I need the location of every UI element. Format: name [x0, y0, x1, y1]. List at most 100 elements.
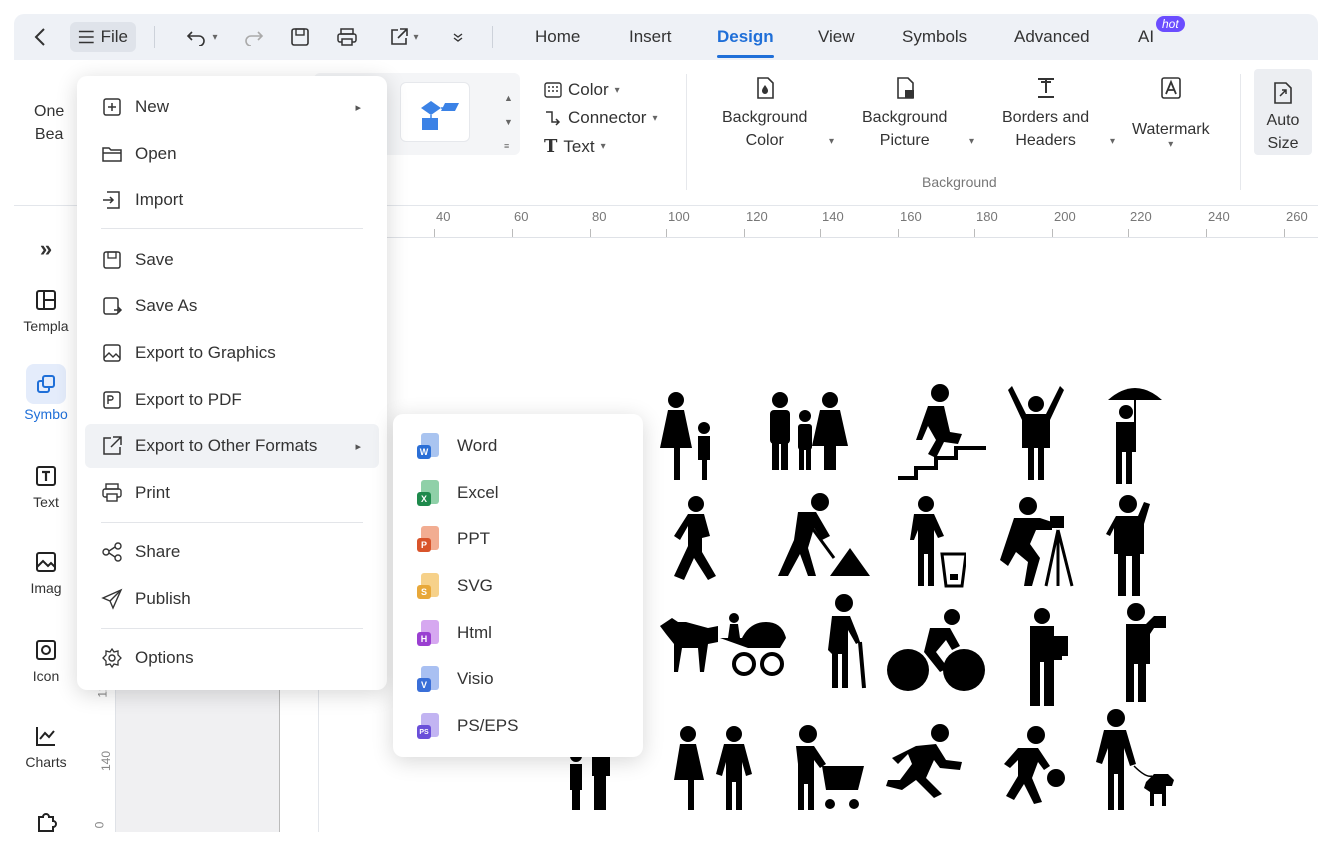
running-person-symbol[interactable]: [886, 724, 966, 798]
gallery-scroll-arrows[interactable]: ▲ ▼ ≡: [504, 86, 513, 158]
couple-symbol[interactable]: [670, 726, 758, 812]
elderly-cane-symbol[interactable]: [818, 594, 872, 690]
theme-style-option[interactable]: [400, 82, 470, 142]
menu-item-share[interactable]: Share: [85, 530, 379, 574]
worker-shoveling-symbol[interactable]: [772, 492, 872, 578]
submenu-arrow-icon: ▸: [355, 101, 361, 114]
visio-file-icon: V: [417, 666, 441, 692]
tab-symbols[interactable]: Symbols: [902, 14, 967, 60]
woman-child-symbol[interactable]: [654, 392, 724, 482]
image-icon: [36, 552, 56, 572]
background-picture-caret[interactable]: ▾: [969, 136, 974, 147]
tab-advanced[interactable]: Advanced: [1014, 14, 1090, 60]
export-quick-button[interactable]: ▾: [382, 22, 426, 52]
photographer-symbol[interactable]: [1000, 496, 1076, 588]
export-svg[interactable]: S SVG: [401, 564, 635, 608]
text-dropdown[interactable]: T Text ▾: [544, 136, 606, 157]
background-color-button[interactable]: Background Color: [722, 76, 807, 152]
menu-item-label: Options: [135, 648, 194, 667]
borders-caret[interactable]: ▾: [1110, 136, 1115, 147]
export-excel[interactable]: X Excel: [401, 471, 635, 515]
tab-home[interactable]: Home: [535, 14, 580, 60]
walking-man-symbol[interactable]: [666, 496, 732, 580]
app-window: File ▾ ▾ Home Insert Design View Symbols…: [14, 14, 1318, 832]
menu-divider: [101, 228, 363, 229]
shopping-cart-person-symbol[interactable]: [786, 724, 866, 812]
label: Size: [1267, 135, 1299, 152]
export-html[interactable]: H Html: [401, 611, 635, 655]
plus-square-icon: [103, 98, 121, 116]
print-quick-button[interactable]: [334, 22, 360, 52]
options-icon: [102, 647, 122, 669]
tab-design[interactable]: Design: [717, 14, 774, 60]
undo-button[interactable]: ▾: [180, 22, 224, 52]
menu-item-export-pdf[interactable]: Export to PDF: [85, 378, 379, 422]
sidebar-item-plugins[interactable]: [14, 810, 78, 832]
family-symbol[interactable]: [760, 392, 850, 472]
dog-walker-symbol[interactable]: [1094, 708, 1178, 812]
connector-dropdown[interactable]: Connector ▾: [544, 108, 657, 128]
submenu-item-label: Visio: [457, 669, 494, 688]
sidebar-item-image[interactable]: Imag: [14, 550, 78, 596]
background-color-caret[interactable]: ▾: [829, 136, 834, 147]
ruler-label: 140: [822, 209, 844, 224]
watermark-button[interactable]: Watermark ▾: [1132, 76, 1210, 150]
sidebar-item-charts[interactable]: Charts: [14, 724, 78, 770]
celebrating-person-symbol[interactable]: [1008, 384, 1064, 484]
sidebar-item-text[interactable]: Text: [14, 464, 78, 510]
export-visio[interactable]: V Visio: [401, 657, 635, 701]
menu-item-export-graphics[interactable]: Export to Graphics: [85, 331, 379, 375]
file-menu-button[interactable]: File: [70, 22, 136, 52]
menu-item-import[interactable]: Import: [85, 178, 379, 222]
export-icon: [391, 28, 409, 45]
sidebar-item-templates[interactable]: Templa: [14, 288, 78, 334]
sidebar-item-symbols[interactable]: Symbo: [14, 364, 78, 422]
toolbar-divider: [154, 26, 155, 48]
export-ps-eps[interactable]: PS PS/EPS: [401, 704, 635, 748]
tab-insert[interactable]: Insert: [629, 14, 672, 60]
photo-taking-person-symbol[interactable]: [1104, 494, 1156, 598]
export-word[interactable]: W Word: [401, 424, 635, 468]
trash-disposal-symbol[interactable]: [904, 496, 966, 588]
toolbar-divider: [492, 26, 493, 48]
horizontal-ruler: 0 40 60 80 100 120 140 160 180 200 220 2…: [304, 206, 1318, 238]
color-icon: [544, 82, 562, 98]
group-label-background: Background: [922, 174, 997, 190]
auto-size-button[interactable]: Auto Size: [1254, 69, 1312, 155]
tab-view[interactable]: View: [818, 14, 855, 60]
menu-item-save[interactable]: Save: [85, 238, 379, 282]
person-with-camera-symbol[interactable]: [1116, 602, 1168, 704]
horse-carriage-symbol[interactable]: [658, 608, 790, 678]
connector-icon: [546, 111, 561, 126]
folder-icon: [102, 147, 122, 162]
tab-ai[interactable]: AI: [1138, 14, 1154, 60]
expand-sidebar-button[interactable]: »: [14, 236, 78, 262]
color-dropdown[interactable]: Color ▾: [544, 80, 620, 100]
export-ppt[interactable]: P PPT: [401, 517, 635, 561]
cyclist-symbol[interactable]: [886, 608, 986, 692]
more-chevron-icon[interactable]: [448, 22, 468, 52]
menu-item-open[interactable]: Open: [85, 132, 379, 176]
menu-item-options[interactable]: Options: [85, 636, 379, 680]
basketball-player-symbol[interactable]: [998, 726, 1068, 806]
text-box-icon: [36, 466, 56, 486]
background-picture-button[interactable]: Background Picture: [862, 76, 947, 152]
menu-item-new[interactable]: New ▸: [85, 85, 379, 129]
submenu-item-label: Word: [457, 436, 498, 455]
redo-button[interactable]: [242, 22, 266, 52]
print-icon: [102, 483, 122, 502]
stairs-climber-symbol[interactable]: [896, 384, 988, 480]
submenu-item-label: PS/EPS: [457, 716, 519, 735]
reading-person-symbol[interactable]: [1024, 608, 1070, 708]
sidebar-item-icons[interactable]: Icon: [14, 638, 78, 684]
one-click-beautify-button[interactable]: One Bea: [34, 100, 64, 146]
umbrella-person-symbol[interactable]: [1104, 382, 1166, 486]
borders-and-headers-button[interactable]: Borders and Headers: [1002, 76, 1089, 152]
menu-item-save-as[interactable]: Save As: [85, 284, 379, 328]
connector-label: Connector: [568, 108, 647, 127]
menu-item-publish[interactable]: Publish: [85, 577, 379, 621]
save-quick-button[interactable]: [288, 22, 312, 52]
menu-item-export-other-formats[interactable]: Export to Other Formats ▸: [85, 424, 379, 468]
menu-item-print[interactable]: Print: [85, 471, 379, 515]
back-icon[interactable]: [28, 22, 52, 52]
